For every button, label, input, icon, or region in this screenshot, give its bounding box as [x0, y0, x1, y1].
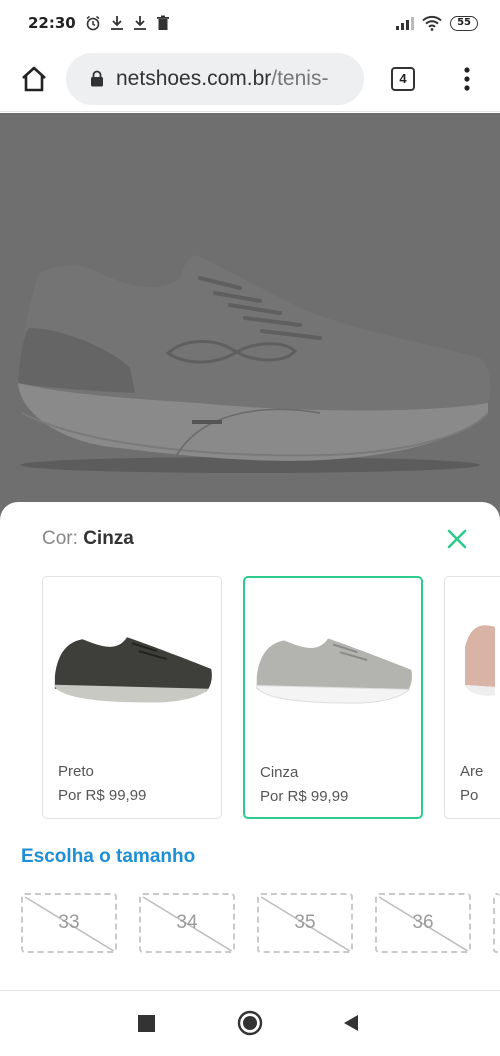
lock-icon: [91, 70, 103, 87]
color-value: Cinza: [83, 528, 134, 549]
color-option-price: Po: [460, 787, 479, 804]
home-icon: [22, 66, 46, 91]
color-option-areia[interactable]: Are Po: [444, 576, 500, 819]
color-selector-sheet: Cor: Cinza Preto Por R$ 99,99 Cinza Por …: [0, 502, 500, 990]
color-option-preto[interactable]: Preto Por R$ 99,99: [42, 576, 222, 819]
browser-toolbar: netshoes.com.br/tenis- 4: [0, 46, 500, 112]
shoe-thumbnail-preto: [54, 637, 212, 703]
url-text: netshoes.com.br/tenis-: [116, 67, 328, 91]
size-section-title: Escolha o tamanho: [21, 846, 196, 867]
status-icons-right: 55: [396, 15, 478, 31]
size-label: 34: [176, 912, 198, 933]
close-button[interactable]: [440, 522, 474, 556]
trash-icon: [156, 15, 169, 30]
shoe-thumbnail-cinza: [256, 638, 412, 704]
signal-icon: [396, 17, 415, 30]
status-time: 22:30: [28, 14, 76, 32]
selected-color-label: Cor: Cinza: [42, 528, 134, 550]
back-triangle-icon: [343, 1015, 358, 1031]
size-option-partial[interactable]: [493, 893, 500, 953]
download-icon: [133, 16, 146, 30]
tab-count: 4: [391, 66, 415, 91]
size-option-35[interactable]: 35: [257, 893, 353, 953]
sneaker-image: [18, 255, 491, 473]
tab-switcher-button[interactable]: 4: [364, 47, 442, 111]
browser-menu-button[interactable]: [442, 47, 492, 111]
url-domain: netshoes.com.br: [116, 66, 272, 90]
address-bar[interactable]: netshoes.com.br/tenis-: [66, 52, 364, 105]
size-label: 33: [58, 912, 80, 933]
back-button[interactable]: [330, 1003, 370, 1043]
color-option-name: Preto: [58, 763, 94, 780]
color-label: Cor:: [42, 528, 78, 549]
size-option-34[interactable]: 34: [139, 893, 235, 953]
square-icon: [137, 1014, 155, 1032]
status-bar: 22:30 55: [0, 0, 500, 46]
recents-button[interactable]: [126, 1003, 166, 1043]
home-button[interactable]: [2, 47, 66, 111]
home-nav-button[interactable]: [230, 1003, 270, 1043]
url-path: /tenis-: [271, 66, 329, 90]
color-option-cinza[interactable]: Cinza Por R$ 99,99: [243, 576, 423, 819]
wifi-icon: [422, 15, 442, 31]
close-icon: [447, 529, 467, 549]
shoe-thumbnail-areia: [465, 625, 495, 696]
color-option-name: Are: [460, 763, 484, 780]
status-icons-left: [85, 15, 170, 31]
size-label: 36: [412, 912, 434, 933]
size-label: 35: [294, 912, 316, 933]
battery-icon: 55: [450, 15, 478, 31]
color-option-price: Por R$ 99,99: [260, 788, 349, 805]
circle-icon: [237, 1010, 263, 1036]
size-option-33[interactable]: 33: [21, 893, 117, 953]
color-option-name: Cinza: [260, 764, 299, 781]
download-icon: [110, 16, 123, 30]
more-vertical-icon: [464, 66, 470, 91]
product-image: [0, 113, 500, 533]
color-option-price: Por R$ 99,99: [58, 787, 147, 804]
system-nav-bar: [0, 990, 500, 1056]
size-option-36[interactable]: 36: [375, 893, 471, 953]
alarm-icon: [86, 15, 100, 31]
